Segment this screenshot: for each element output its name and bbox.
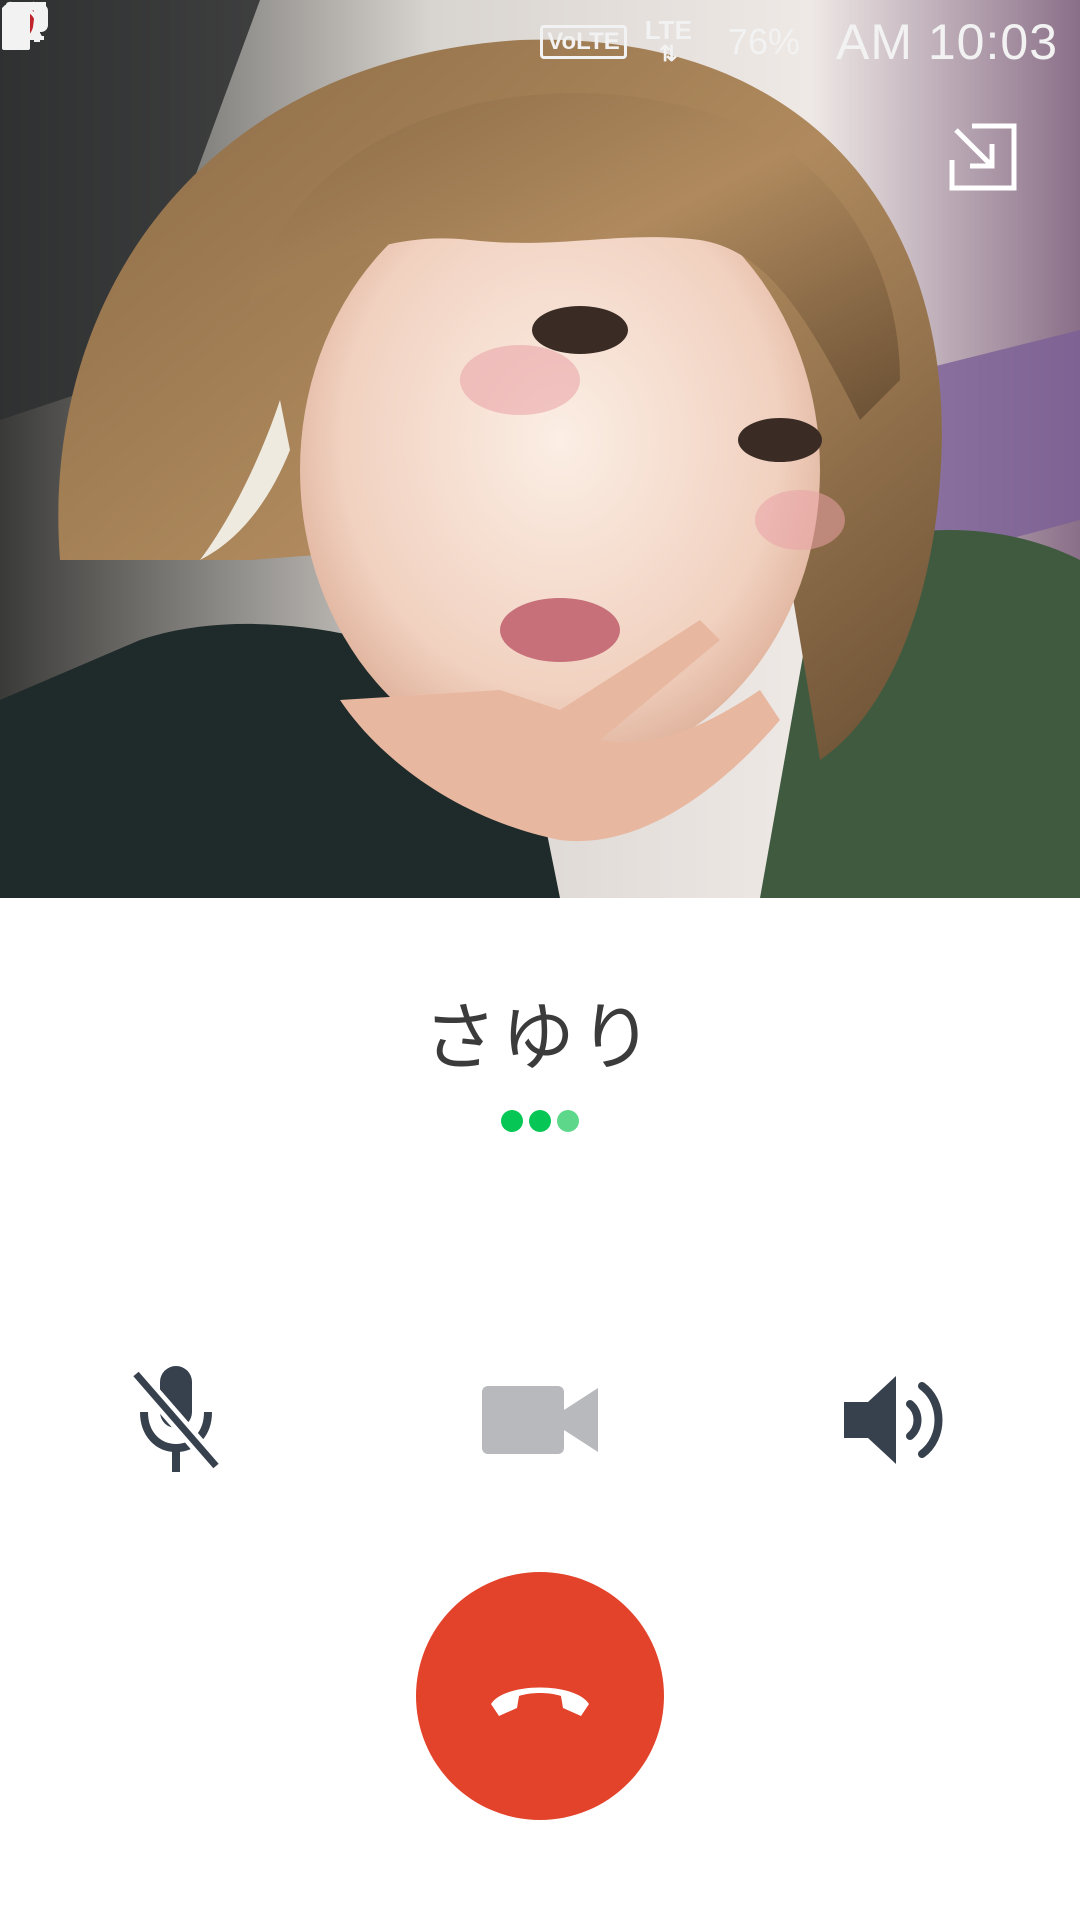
caller-profile-photo: M VoLTE LTE ⇅ 76% AM 10:03 [0,0,1080,898]
video-button[interactable] [470,1360,610,1480]
status-dot [529,1110,551,1132]
speaker-button[interactable] [830,1360,970,1480]
speaker-icon [844,1376,943,1464]
minimize-button[interactable] [946,120,1020,194]
photo-illustration [0,0,1080,898]
phone-hangup-icon [491,1687,589,1716]
minimize-arrow-icon [949,123,1017,191]
mic-off-icon [129,1366,223,1472]
volte-icon: VoLTE [540,25,627,59]
mute-button[interactable] [106,1360,246,1480]
battery-percent: 76% [727,21,800,62]
lte-arrows-icon: ⇅ [659,41,678,66]
status-bar: M VoLTE LTE ⇅ 76% AM 10:03 [0,0,1080,84]
video-camera-icon [482,1386,598,1454]
status-dot [501,1110,523,1132]
end-call-button[interactable] [416,1572,664,1820]
lte-icon: LTE ⇅ [645,17,692,66]
calling-status-indicator [0,1110,1080,1132]
call-controls [0,1360,1080,1480]
status-dot [557,1110,579,1132]
caller-name: さゆり [423,995,657,1081]
clock: AM 10:03 [835,14,1058,70]
